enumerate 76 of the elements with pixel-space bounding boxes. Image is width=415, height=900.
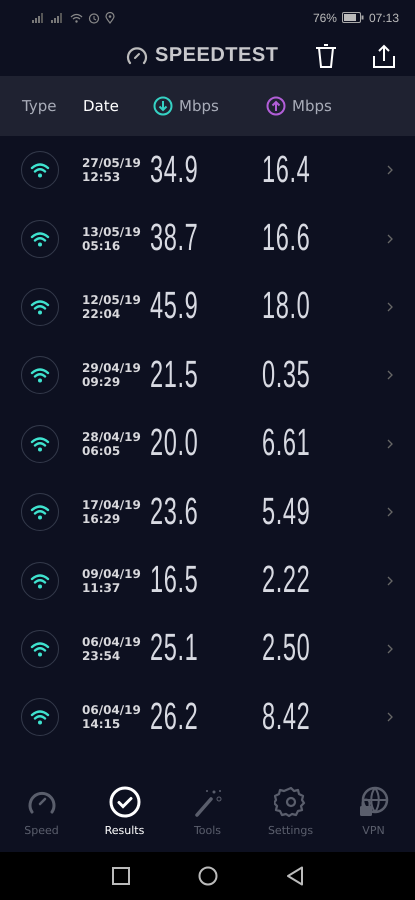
test-date: 13/05/19: [82, 224, 142, 239]
wifi-badge-icon: [21, 698, 59, 736]
test-date: 27/05/19: [82, 156, 142, 170]
recents-button[interactable]: [112, 867, 130, 885]
column-header[interactable]: Type: [22, 97, 56, 115]
download-speed: 16.5: [150, 559, 198, 602]
share-icon[interactable]: [373, 44, 395, 68]
download-speed: 21.5: [150, 354, 198, 397]
download-speed: 38.7: [150, 217, 198, 260]
home-button[interactable]: [198, 866, 218, 886]
upload-speed: 5.49: [262, 490, 310, 534]
test-time: 12:53: [82, 170, 122, 184]
wifi-badge-icon: [21, 493, 59, 532]
wifi-badge-icon: [21, 562, 59, 600]
wifi-badge-icon: [21, 356, 59, 394]
chevron-icon[interactable]: [387, 644, 393, 654]
trash-icon[interactable]: [315, 44, 337, 68]
upload-speed: 18.0: [262, 285, 310, 328]
settings-icon: [274, 785, 308, 819]
test-time: 11:37: [82, 580, 122, 595]
location-icon: [105, 12, 115, 24]
download-speed: 23.6: [150, 490, 198, 534]
alarm-icon: [88, 12, 100, 24]
test-date: 06/04/19: [82, 634, 142, 649]
nav-tab[interactable]: Results: [83, 770, 166, 852]
test-date: 06/04/19: [82, 703, 142, 718]
chevron-icon[interactable]: [387, 712, 393, 722]
column-header[interactable]: Mbps: [153, 96, 219, 116]
gauge-icon: [126, 46, 148, 66]
upload-speed: 16.4: [262, 148, 310, 192]
test-date: 12/05/19: [82, 292, 142, 307]
wifi-badge-icon: [21, 288, 59, 326]
upload-speed: 6.61: [262, 422, 310, 466]
upload-speed: 16.6: [262, 217, 310, 260]
test-time: 06:05: [82, 444, 122, 458]
test-time: 22:04: [82, 306, 122, 321]
chevron-icon[interactable]: [387, 576, 393, 586]
test-time: 14:15: [82, 717, 122, 732]
upload-speed: 2.22: [262, 559, 310, 602]
upload-speed: 2.50: [262, 627, 310, 670]
signal-icon: [51, 12, 65, 22]
battery-icon: [342, 12, 364, 23]
download-speed: 20.0: [150, 422, 198, 466]
chevron-icon[interactable]: [387, 165, 393, 176]
chevron-icon[interactable]: [387, 438, 393, 449]
test-date: 28/04/19: [82, 430, 142, 444]
test-date: 29/04/19: [82, 361, 142, 376]
column-header[interactable]: Date: [83, 97, 119, 115]
chevron-icon[interactable]: [387, 507, 393, 518]
test-date: 17/04/19: [82, 498, 142, 512]
column-header[interactable]: Mbps: [266, 96, 332, 116]
test-time: 23:54: [82, 648, 122, 663]
chevron-icon[interactable]: [387, 234, 393, 244]
download-speed: 26.2: [150, 696, 198, 739]
wifi-badge-icon: [21, 151, 59, 190]
back-button[interactable]: [286, 866, 304, 886]
chevron-icon[interactable]: [387, 370, 393, 380]
clock-time: 07:13: [368, 10, 399, 24]
test-date: 09/04/19: [82, 566, 142, 581]
test-time: 09:29: [82, 375, 122, 390]
download-speed: 45.9: [150, 285, 198, 328]
download-speed: 25.1: [150, 627, 198, 670]
wifi-badge-icon: [21, 424, 59, 463]
chevron-icon[interactable]: [387, 302, 393, 312]
wifi-icon: [70, 12, 83, 22]
upload-speed: 8.42: [262, 696, 310, 739]
wifi-badge-icon: [21, 630, 59, 668]
test-time: 05:16: [82, 238, 122, 253]
checkmark-icon: [108, 785, 142, 819]
signal-icon: [32, 12, 46, 22]
battery-percent: 76%: [312, 10, 337, 24]
test-time: 16:29: [82, 512, 122, 526]
wifi-badge-icon: [21, 220, 59, 258]
app-title: SPEEDTEST: [155, 44, 278, 67]
download-speed: 34.9: [150, 148, 198, 192]
upload-speed: 0.35: [262, 354, 310, 397]
